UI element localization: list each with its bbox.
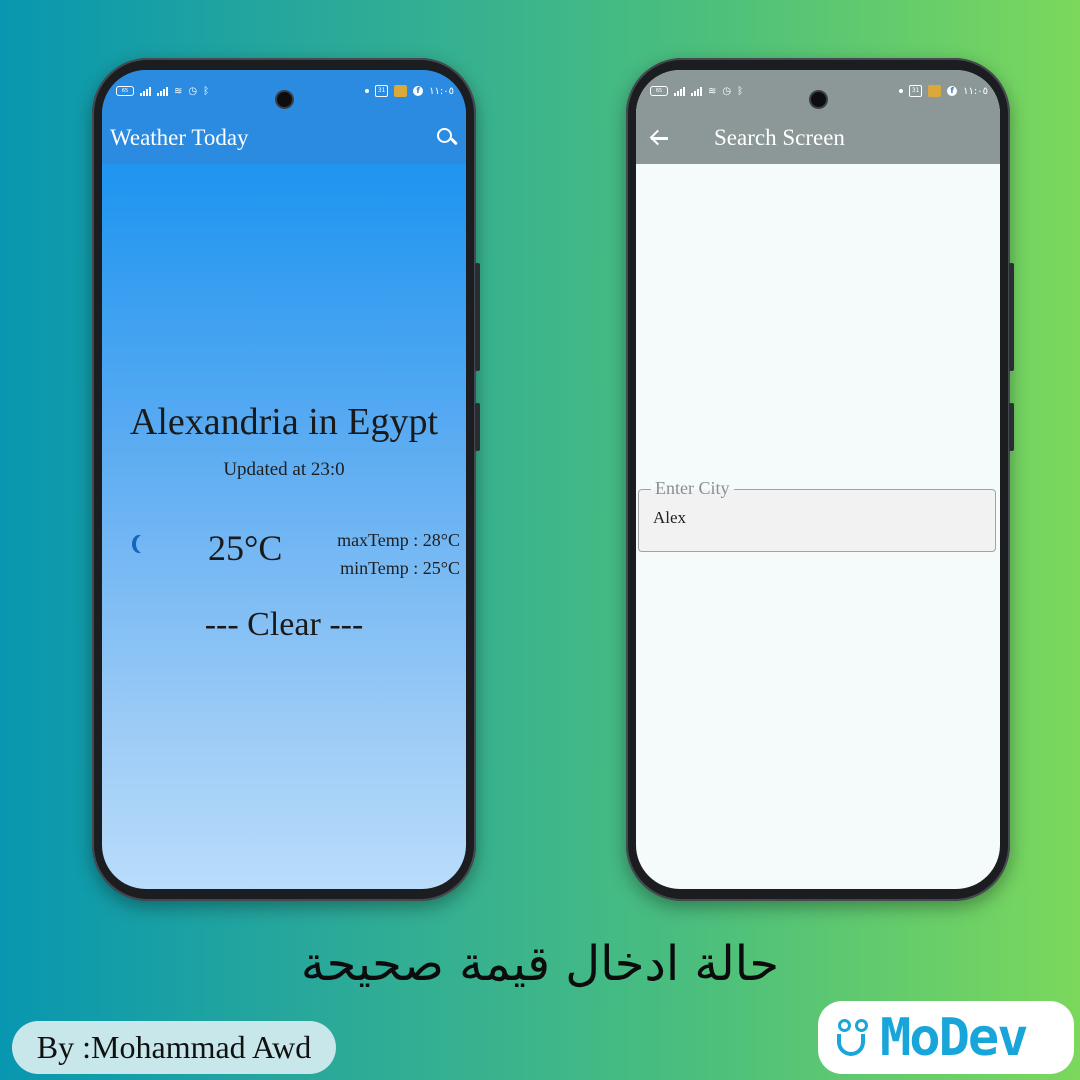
facebook-icon: f: [947, 86, 958, 96]
brand-logo: MoDev: [818, 1001, 1074, 1074]
weather-condition: --- Clear ---: [204, 606, 364, 643]
min-max-temp: maxTemp : 28°C minTemp : 25°C: [337, 526, 460, 582]
screen-title: Search Screen: [714, 125, 845, 150]
author-badge: By :Mohammad Awd: [12, 1021, 336, 1074]
wifi-icon: ≋: [174, 85, 183, 97]
phone-search: 65 ≋ ◷ ᛒ 31 f ١١:٠٥ Search Screen Enter …: [626, 58, 1014, 901]
city-name: Alexandria in Egypt: [129, 401, 439, 443]
app-notification-icon: [394, 85, 408, 97]
city-input[interactable]: [653, 508, 973, 528]
signal-icon: [140, 86, 151, 96]
search-icon[interactable]: [436, 127, 458, 149]
field-label: Enter City: [651, 478, 734, 499]
volume-button: [1009, 263, 1014, 371]
clock: ١١:٠٥: [429, 85, 454, 97]
app-bar: Search Screen: [636, 112, 1000, 164]
signal-icon: [691, 86, 702, 96]
phone-weather: 65 ≋ ◷ ᛒ 31 f ١١:٠٥ Weather Today Alexan…: [92, 58, 480, 901]
wifi-icon: ≋: [708, 85, 717, 97]
alarm-icon: ◷: [188, 85, 198, 97]
app-notification-icon: [928, 85, 942, 97]
signal-icon: [157, 86, 168, 96]
search-screen: 65 ≋ ◷ ᛒ 31 f ١١:٠٥ Search Screen Enter …: [636, 70, 1000, 889]
app-bar: Weather Today: [102, 112, 466, 164]
camera-cutout: [811, 92, 826, 107]
camera-cutout: [277, 92, 292, 107]
notification-dot-icon: [899, 89, 904, 93]
app-title: Weather Today: [110, 125, 249, 150]
bluetooth-icon: ᛒ: [737, 85, 744, 97]
facebook-icon: f: [413, 86, 424, 96]
max-temp: maxTemp : 28°C: [337, 530, 460, 550]
moon-icon: [136, 535, 150, 553]
alarm-icon: ◷: [722, 85, 732, 97]
battery-icon: 65: [116, 86, 134, 96]
clock: ١١:٠٥: [963, 85, 988, 97]
brand-name: MoDev: [880, 1007, 1029, 1068]
back-arrow-icon[interactable]: [648, 127, 670, 149]
power-button: [475, 403, 480, 451]
calendar-icon: 31: [909, 85, 923, 97]
min-temp: minTemp : 25°C: [340, 558, 460, 578]
temperature-row: 25°C maxTemp : 28°C minTemp : 25°C: [102, 520, 466, 584]
volume-button: [475, 263, 480, 371]
caption: حالة ادخال قيمة صحيحة: [300, 936, 780, 992]
current-temp: 25°C: [208, 528, 283, 568]
battery-icon: 65: [650, 86, 668, 96]
power-button: [1009, 403, 1014, 451]
bluetooth-icon: ᛒ: [203, 85, 210, 97]
updated-time: Updated at 23:0: [223, 459, 345, 480]
weather-screen: 65 ≋ ◷ ᛒ 31 f ١١:٠٥ Weather Today Alexan…: [102, 70, 466, 889]
calendar-icon: 31: [375, 85, 389, 97]
smiley-logo-icon: [836, 1017, 874, 1059]
notification-dot-icon: [365, 89, 370, 93]
city-text-field[interactable]: Enter City: [638, 478, 996, 552]
signal-icon: [674, 86, 685, 96]
